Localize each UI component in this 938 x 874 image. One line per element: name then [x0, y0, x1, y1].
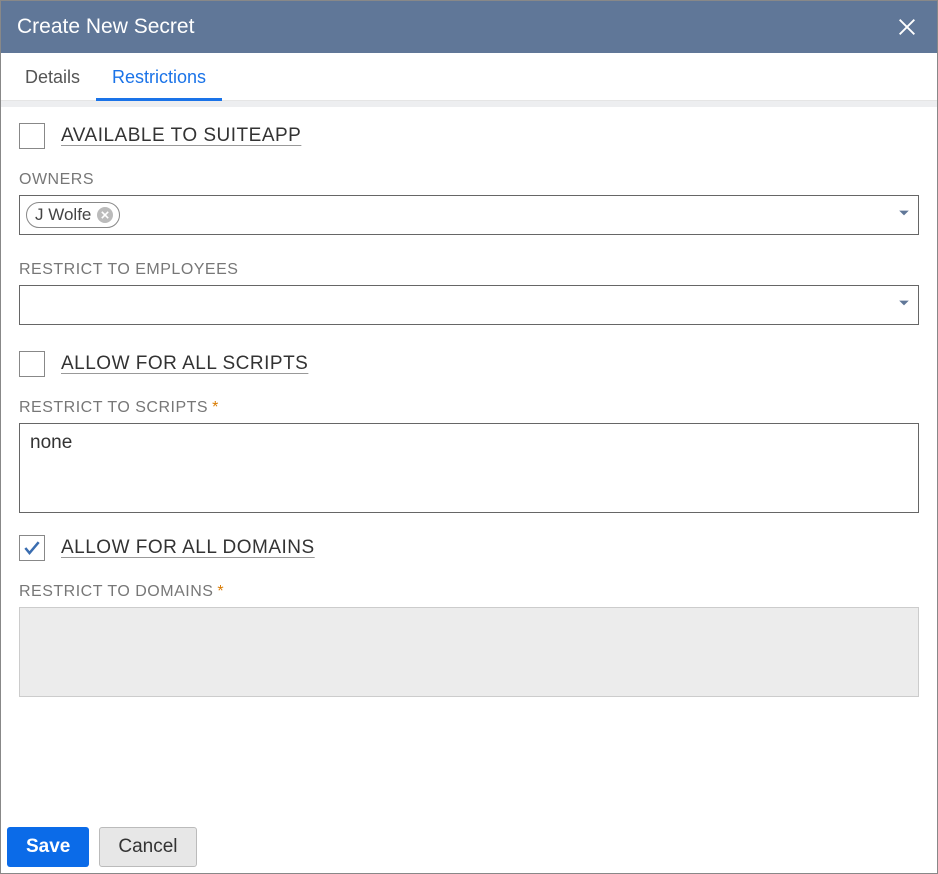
- restrict-to-domains-label: RESTRICT TO DOMAINS*: [19, 583, 919, 601]
- allow-for-all-scripts-checkbox[interactable]: [19, 351, 45, 377]
- available-to-suiteapp-checkbox[interactable]: [19, 123, 45, 149]
- restrict-to-employees-select[interactable]: [19, 285, 919, 325]
- remove-chip-icon[interactable]: [97, 207, 113, 223]
- dropdown-caret-icon[interactable]: [898, 296, 910, 314]
- allow-for-all-domains-label: ALLOW FOR ALL DOMAINS: [61, 537, 315, 559]
- form-body: AVAILABLE TO SUITEAPP OWNERS J Wolfe RES…: [1, 107, 937, 819]
- dialog-titlebar: Create New Secret: [1, 1, 937, 53]
- tab-details-label: Details: [25, 67, 80, 87]
- cancel-button[interactable]: Cancel: [99, 827, 196, 867]
- restrict-to-scripts-value: none: [30, 432, 72, 453]
- restrict-to-scripts-label: RESTRICT TO SCRIPTS*: [19, 399, 919, 417]
- available-to-suiteapp-row[interactable]: AVAILABLE TO SUITEAPP: [19, 123, 919, 149]
- allow-for-all-domains-checkbox[interactable]: [19, 535, 45, 561]
- allow-for-all-scripts-row[interactable]: ALLOW FOR ALL SCRIPTS: [19, 351, 919, 377]
- close-icon[interactable]: [893, 13, 921, 41]
- owners-label: OWNERS: [19, 171, 919, 189]
- dialog-footer: Save Cancel: [1, 819, 937, 873]
- tab-restrictions-label: Restrictions: [112, 67, 206, 87]
- tab-restrictions[interactable]: Restrictions: [96, 53, 222, 100]
- owners-select[interactable]: J Wolfe: [19, 195, 919, 235]
- restrict-to-employees-label: RESTRICT TO EMPLOYEES: [19, 261, 919, 279]
- owner-chip[interactable]: J Wolfe: [26, 202, 120, 228]
- tab-bar: Details Restrictions: [1, 53, 937, 101]
- dialog-create-new-secret: Create New Secret Details Restrictions A…: [0, 0, 938, 874]
- restrict-to-scripts-input[interactable]: none: [19, 423, 919, 513]
- dialog-title: Create New Secret: [17, 15, 194, 39]
- available-to-suiteapp-label: AVAILABLE TO SUITEAPP: [61, 125, 301, 147]
- allow-for-all-domains-row[interactable]: ALLOW FOR ALL DOMAINS: [19, 535, 919, 561]
- restrict-to-domains-input: [19, 607, 919, 697]
- owner-chip-label: J Wolfe: [35, 205, 91, 225]
- save-button[interactable]: Save: [7, 827, 89, 867]
- dropdown-caret-icon[interactable]: [898, 206, 910, 224]
- tab-details[interactable]: Details: [9, 53, 96, 100]
- allow-for-all-scripts-label: ALLOW FOR ALL SCRIPTS: [61, 353, 308, 375]
